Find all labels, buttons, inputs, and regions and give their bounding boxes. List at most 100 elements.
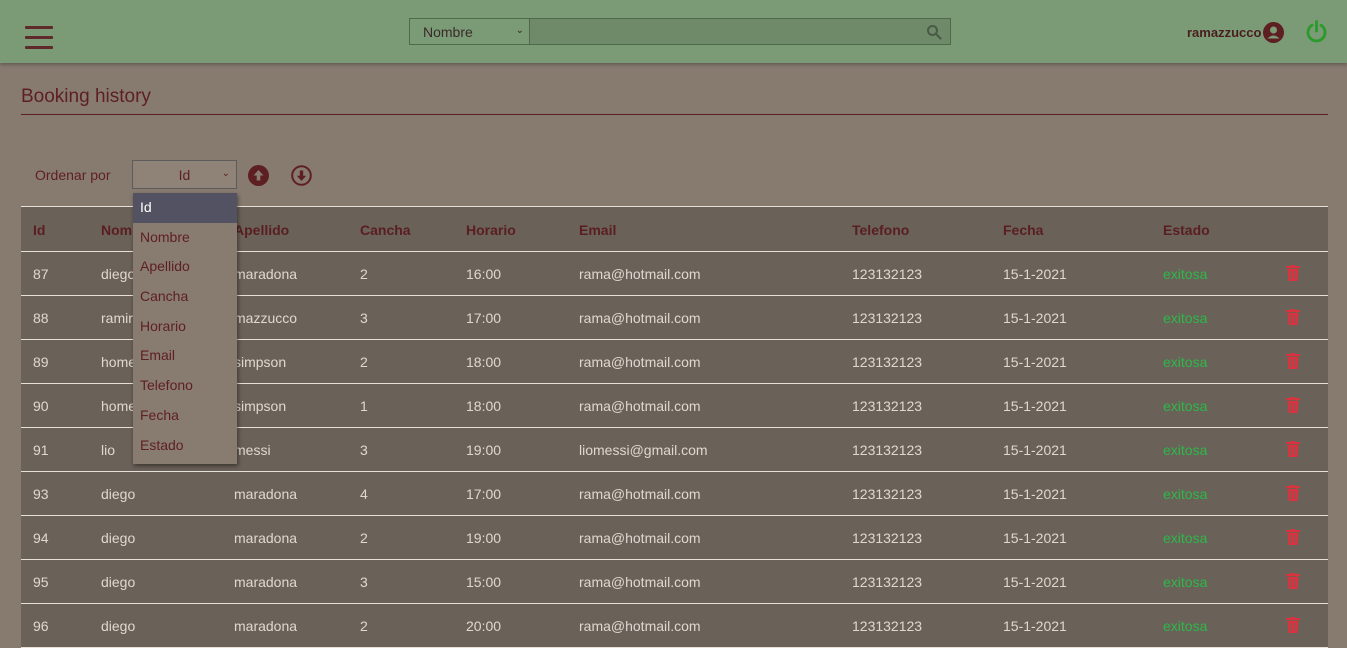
cell-telefono: 123132123 <box>852 486 923 502</box>
cell-email: rama@hotmail.com <box>579 398 701 414</box>
cell-horario: 17:00 <box>466 486 502 502</box>
cell-id: 95 <box>33 574 49 590</box>
top-bar: Nombre ⌄ ramazzucco <box>0 0 1347 63</box>
cell-cancha: 2 <box>360 266 368 282</box>
cell-email: rama@hotmail.com <box>579 574 701 590</box>
trash-icon[interactable] <box>1286 529 1300 545</box>
cell-fecha: 15-1-2021 <box>1003 398 1067 414</box>
cell-horario: 15:00 <box>466 574 502 590</box>
column-header-email[interactable]: Email <box>579 222 616 238</box>
cell-horario: 17:00 <box>466 310 502 326</box>
cell-cancha: 3 <box>360 310 368 326</box>
cell-telefono: 123132123 <box>852 354 923 370</box>
cell-estado: exitosa <box>1163 574 1208 590</box>
cell-nombre: lio <box>101 442 116 458</box>
cell-cancha: 3 <box>360 574 368 590</box>
cell-email: rama@hotmail.com <box>579 486 701 502</box>
cell-estado: exitosa <box>1163 486 1208 502</box>
table-row: 95 diego maradona 3 15:00 rama@hotmail.com 123… <box>21 560 1328 604</box>
cell-telefono: 123132123 <box>852 398 923 414</box>
cell-apellido: maradona <box>234 618 298 634</box>
cell-telefono: 123132123 <box>852 266 923 282</box>
cell-fecha: 15-1-2021 <box>1003 486 1067 502</box>
cell-apellido: maradona <box>234 486 298 502</box>
search-field-select-value: Nombre <box>423 23 473 40</box>
trash-icon[interactable] <box>1286 265 1300 281</box>
sort-option-email[interactable]: Email <box>133 341 237 371</box>
cell-horario: 18:00 <box>466 398 502 414</box>
cell-estado: exitosa <box>1163 530 1208 546</box>
cell-fecha: 15-1-2021 <box>1003 442 1067 458</box>
sort-dropdown-menu: Id Nombre Apellido Cancha Horario Email Telefo… <box>133 193 237 464</box>
title-divider <box>21 114 1328 115</box>
cell-nombre: diego <box>101 618 136 634</box>
trash-icon[interactable] <box>1286 309 1300 325</box>
trash-icon[interactable] <box>1286 397 1300 413</box>
cell-fecha: 15-1-2021 <box>1003 310 1067 326</box>
cell-telefono: 123132123 <box>852 310 923 326</box>
cell-id: 89 <box>33 354 49 370</box>
sort-option-estado[interactable]: Estado <box>133 431 237 461</box>
cell-horario: 16:00 <box>466 266 502 282</box>
cell-estado: exitosa <box>1163 266 1208 282</box>
column-header-horario[interactable]: Horario <box>466 222 516 238</box>
cell-cancha: 4 <box>360 486 368 502</box>
cell-estado: exitosa <box>1163 310 1208 326</box>
sort-ascending-icon[interactable] <box>248 165 269 186</box>
table-row: 96 diego maradona 2 20:00 rama@hotmail.com 123… <box>21 604 1328 648</box>
power-icon[interactable] <box>1305 20 1328 43</box>
cell-nombre: diego <box>101 574 136 590</box>
cell-email: rama@hotmail.com <box>579 530 701 546</box>
cell-telefono: 123132123 <box>852 618 923 634</box>
cell-cancha: 3 <box>360 442 368 458</box>
column-header-estado[interactable]: Estado <box>1163 222 1210 238</box>
sort-select[interactable]: Id ⌄ <box>132 160 237 189</box>
cell-cancha: 1 <box>360 398 368 414</box>
sort-option-horario[interactable]: Horario <box>133 312 237 342</box>
page-title: Booking history <box>21 86 151 107</box>
column-header-apellido[interactable]: Apellido <box>234 222 289 238</box>
search-bar: Nombre ⌄ <box>409 18 951 45</box>
trash-icon[interactable] <box>1286 573 1300 589</box>
cell-cancha: 2 <box>360 354 368 370</box>
trash-icon[interactable] <box>1286 353 1300 369</box>
cell-estado: exitosa <box>1163 442 1208 458</box>
sort-select-value: Id <box>178 166 191 183</box>
trash-icon[interactable] <box>1286 617 1300 633</box>
column-header-id[interactable]: Id <box>33 222 45 238</box>
search-field-select[interactable]: Nombre ⌄ <box>410 19 530 44</box>
search-icon[interactable] <box>926 24 942 40</box>
column-header-telefono[interactable]: Telefono <box>852 222 909 238</box>
column-header-fecha[interactable]: Fecha <box>1003 222 1043 238</box>
trash-icon[interactable] <box>1286 441 1300 457</box>
chevron-down-icon: ⌄ <box>221 168 230 179</box>
cell-id: 88 <box>33 310 49 326</box>
search-input-wrap <box>530 19 950 44</box>
cell-email: liomessi@gmail.com <box>579 442 708 458</box>
cell-email: rama@hotmail.com <box>579 354 701 370</box>
cell-nombre: diego <box>101 486 136 502</box>
sort-option-cancha[interactable]: Cancha <box>133 282 237 312</box>
cell-apellido: simpson <box>234 398 287 414</box>
cell-id: 93 <box>33 486 49 502</box>
sort-option-telefono[interactable]: Telefono <box>133 371 237 401</box>
cell-nombre: diego <box>101 266 136 282</box>
user-circle-icon[interactable] <box>1263 22 1284 43</box>
chevron-down-icon: ⌄ <box>515 25 524 36</box>
cell-cancha: 2 <box>360 530 368 546</box>
trash-icon[interactable] <box>1286 485 1300 501</box>
sort-option-nombre[interactable]: Nombre <box>133 223 237 253</box>
cell-id: 90 <box>33 398 49 414</box>
column-header-cancha[interactable]: Cancha <box>360 222 411 238</box>
sort-label: Ordenar por <box>35 167 111 183</box>
sort-descending-icon[interactable] <box>291 165 312 186</box>
sort-option-apellido[interactable]: Apellido <box>133 252 237 282</box>
hamburger-menu-icon[interactable] <box>25 26 53 50</box>
username-label[interactable]: ramazzucco <box>1187 25 1261 40</box>
sort-option-id[interactable]: Id <box>133 193 237 223</box>
cell-horario: 19:00 <box>466 442 502 458</box>
cell-fecha: 15-1-2021 <box>1003 266 1067 282</box>
search-input[interactable] <box>530 19 950 44</box>
sort-option-fecha[interactable]: Fecha <box>133 401 237 431</box>
cell-estado: exitosa <box>1163 398 1208 414</box>
